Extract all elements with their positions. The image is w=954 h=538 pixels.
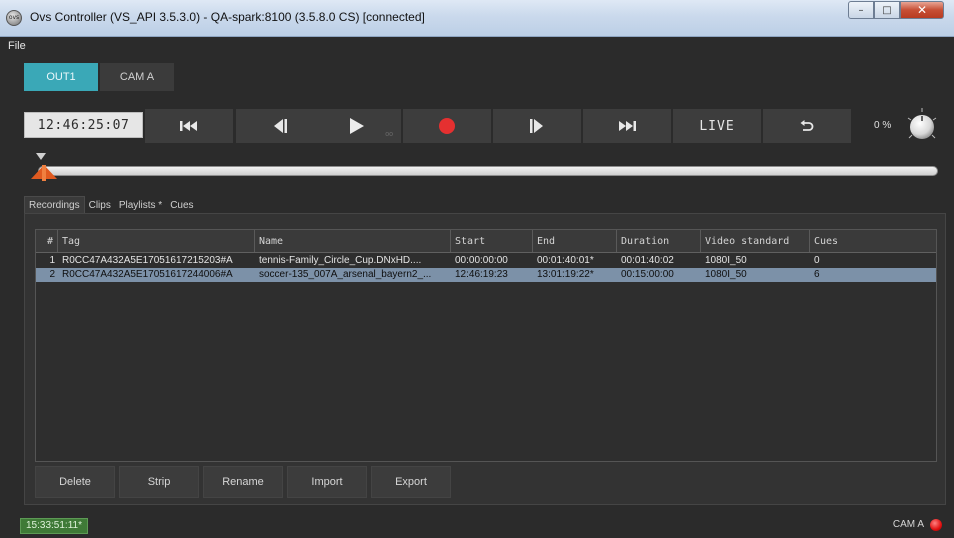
- tab-clips[interactable]: Clips: [85, 196, 115, 214]
- speed-value: 0 %: [874, 120, 892, 131]
- column-header-tag[interactable]: Tag: [58, 230, 255, 252]
- play-icon: [350, 118, 364, 134]
- skip-to-start-icon: [180, 121, 197, 131]
- strip-button[interactable]: Strip: [119, 466, 199, 498]
- cell-cues: 0: [814, 255, 820, 266]
- section-tabs: Recordings Clips Playlists * Cues: [24, 196, 198, 214]
- minimize-button[interactable]: –: [848, 1, 874, 19]
- window-controls: – □ ✕: [848, 1, 944, 21]
- cell-start: 00:00:00:00: [455, 255, 508, 266]
- cell-number: 2: [49, 269, 55, 280]
- table-row[interactable]: 1 R0CC47A432A5E17051617215203#A tennis-F…: [36, 254, 936, 268]
- cell-end: 13:01:19:22*: [537, 269, 594, 280]
- live-label: LIVE: [699, 118, 735, 134]
- app-logo-icon: ovs: [6, 10, 22, 26]
- tab-recordings[interactable]: Recordings: [24, 196, 85, 214]
- status-timecode: 15:33:51:11*: [20, 518, 88, 534]
- status-bar: 15:33:51:11* CAM A: [0, 514, 954, 538]
- table-header: # Tag Name Start End Duration Video stan…: [36, 230, 936, 253]
- cell-number: 1: [49, 255, 55, 266]
- step-forward-icon: [530, 119, 543, 133]
- loop-icon: [800, 120, 814, 131]
- recordings-table[interactable]: # Tag Name Start End Duration Video stan…: [35, 229, 937, 462]
- loop-button[interactable]: [763, 109, 851, 143]
- column-header-cues[interactable]: Cues: [810, 230, 936, 252]
- step-forward-button[interactable]: [493, 109, 581, 143]
- table-row-selected[interactable]: 2 R0CC47A432A5E17051617244006#A soccer-1…: [36, 268, 936, 282]
- timecode-display: 12:46:25:07: [24, 112, 143, 138]
- delete-button[interactable]: Delete: [35, 466, 115, 498]
- timeline-scrubber[interactable]: [38, 166, 938, 176]
- cell-video-standard: 1080I_50: [705, 269, 747, 280]
- play-button[interactable]: oo: [313, 109, 401, 143]
- status-indicator-icon: [930, 519, 942, 531]
- play-speed-label: oo: [385, 131, 393, 138]
- export-button[interactable]: Export: [371, 466, 451, 498]
- column-header-start[interactable]: Start: [451, 230, 533, 252]
- record-icon: [439, 118, 455, 134]
- cell-cues: 6: [814, 269, 820, 280]
- skip-to-end-button[interactable]: [583, 109, 671, 143]
- cell-name: soccer-135_007A_arsenal_bayern2_...: [259, 269, 432, 280]
- step-back-icon: [274, 119, 287, 133]
- menu-bar: File: [0, 37, 954, 55]
- status-source-label: CAM A: [892, 519, 924, 530]
- rename-button[interactable]: Rename: [203, 466, 283, 498]
- output-tab-out1[interactable]: OUT1: [24, 63, 98, 91]
- skip-to-end-icon: [619, 121, 636, 131]
- column-header-video-standard[interactable]: Video standard: [701, 230, 810, 252]
- title-bar: ovs Ovs Controller (VS_API 3.5.3.0) - QA…: [0, 0, 954, 37]
- live-button[interactable]: LIVE: [673, 109, 761, 143]
- close-button[interactable]: ✕: [900, 1, 944, 19]
- step-back-button[interactable]: [236, 109, 324, 143]
- column-header-end[interactable]: End: [533, 230, 617, 252]
- tab-cues[interactable]: Cues: [166, 196, 197, 214]
- record-button[interactable]: [403, 109, 491, 143]
- maximize-button[interactable]: □: [874, 1, 900, 19]
- column-header-duration[interactable]: Duration: [617, 230, 701, 252]
- column-header-name[interactable]: Name: [255, 230, 451, 252]
- cell-tag: R0CC47A432A5E17051617244006#A: [62, 269, 233, 280]
- import-button[interactable]: Import: [287, 466, 367, 498]
- cell-name: tennis-Family_Circle_Cup.DNxHD....: [259, 255, 422, 266]
- skip-to-start-button[interactable]: [145, 109, 233, 143]
- cell-duration: 00:15:00:00: [621, 269, 674, 280]
- cell-duration: 00:01:40:02: [621, 255, 674, 266]
- menu-file[interactable]: File: [8, 40, 26, 52]
- cell-start: 12:46:19:23: [455, 269, 508, 280]
- cell-video-standard: 1080I_50: [705, 255, 747, 266]
- tab-playlists[interactable]: Playlists *: [115, 196, 166, 214]
- cell-tag: R0CC47A432A5E17051617215203#A: [62, 255, 233, 266]
- scrub-position-marker: [36, 153, 46, 160]
- scrub-handle-icon[interactable]: [29, 164, 59, 182]
- cell-end: 00:01:40:01*: [537, 255, 594, 266]
- window-title: Ovs Controller (VS_API 3.5.3.0) - QA-spa…: [30, 10, 425, 24]
- column-header-number[interactable]: #: [36, 230, 58, 252]
- output-tab-cam-a[interactable]: CAM A: [100, 63, 174, 91]
- speed-knob[interactable]: [904, 108, 940, 144]
